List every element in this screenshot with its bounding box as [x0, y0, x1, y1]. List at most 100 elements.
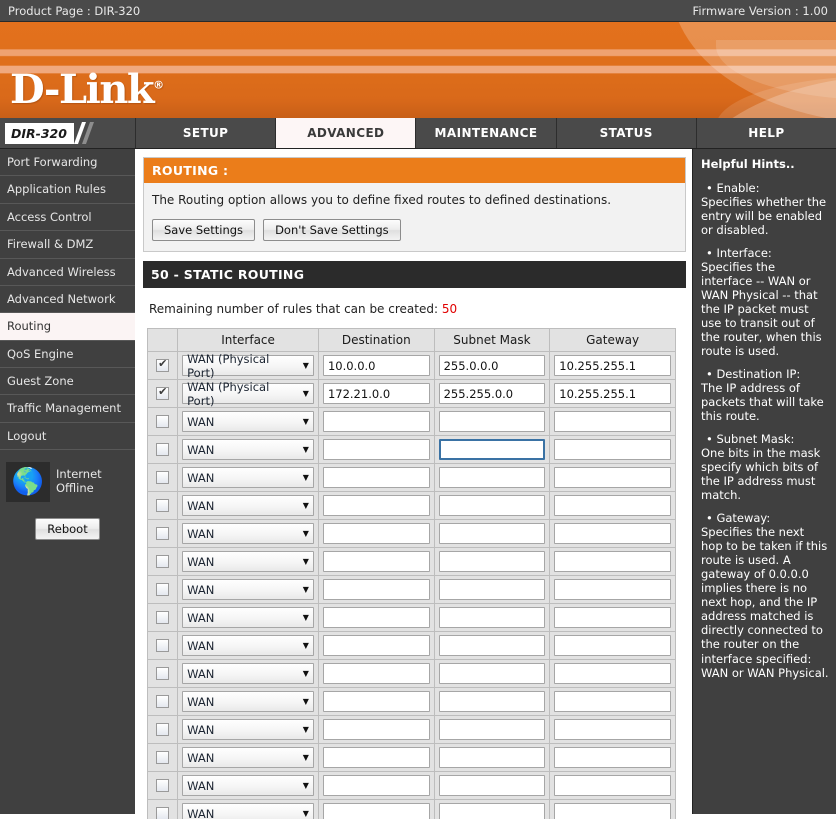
gateway-input[interactable]	[554, 579, 671, 600]
interface-select[interactable]: WAN ▼	[182, 551, 314, 572]
enable-checkbox[interactable]	[156, 527, 170, 540]
gateway-input[interactable]	[554, 691, 671, 712]
destination-input[interactable]	[322, 467, 430, 488]
subnet-mask-input[interactable]	[438, 467, 546, 488]
enable-checkbox[interactable]	[156, 555, 170, 568]
sidebar-item-advanced-wireless[interactable]: Advanced Wireless	[0, 259, 135, 286]
gateway-input[interactable]	[554, 467, 671, 488]
destination-input[interactable]	[322, 495, 430, 516]
subnet-mask-input[interactable]	[438, 439, 546, 460]
gateway-input[interactable]	[554, 495, 671, 516]
enable-checkbox[interactable]	[156, 751, 170, 764]
enable-checkbox[interactable]	[156, 807, 170, 819]
gateway-input[interactable]	[554, 803, 671, 819]
sidebar-item-logout[interactable]: Logout	[0, 423, 135, 451]
subnet-mask-input[interactable]	[438, 663, 546, 684]
sidebar-item-qos-engine[interactable]: QoS Engine	[0, 341, 135, 368]
reboot-button[interactable]: Reboot	[35, 518, 100, 541]
interface-select[interactable]: WAN ▼	[182, 467, 314, 488]
sidebar-item-traffic-management[interactable]: Traffic Management	[0, 395, 135, 423]
enable-checkbox[interactable]	[156, 611, 170, 624]
interface-select[interactable]: WAN ▼	[182, 579, 314, 600]
destination-input[interactable]	[322, 607, 430, 628]
destination-input[interactable]	[322, 439, 430, 460]
destination-input[interactable]	[322, 775, 430, 796]
sidebar-item-application-rules[interactable]: Application Rules	[0, 176, 135, 204]
sidebar-item-guest-zone[interactable]: Guest Zone	[0, 368, 135, 396]
enable-checkbox[interactable]	[156, 357, 170, 372]
sidebar-item-advanced-network[interactable]: Advanced Network	[0, 286, 135, 314]
interface-select[interactable]: WAN (Physical Port) ▼	[182, 352, 314, 380]
destination-input[interactable]: 10.0.0.0	[322, 355, 430, 376]
gateway-input[interactable]	[554, 719, 671, 740]
enable-checkbox[interactable]	[156, 499, 170, 512]
sidebar-item-access-control[interactable]: Access Control	[0, 204, 135, 232]
sidebar-item-port-forwarding[interactable]: Port Forwarding	[0, 149, 135, 177]
gateway-input[interactable]	[554, 663, 671, 684]
interface-select[interactable]: WAN ▼	[182, 691, 314, 712]
subnet-mask-input[interactable]	[438, 579, 546, 600]
sidebar-item-firewall-dmz[interactable]: Firewall & DMZ	[0, 231, 135, 259]
enable-checkbox[interactable]	[156, 667, 170, 680]
enable-checkbox[interactable]	[156, 583, 170, 596]
subnet-mask-input[interactable]: 255.0.0.0	[438, 355, 546, 376]
subnet-mask-input[interactable]	[438, 803, 546, 819]
destination-input[interactable]	[322, 663, 430, 684]
interface-select[interactable]: WAN (Physical Port) ▼	[182, 380, 314, 408]
enable-checkbox[interactable]	[156, 471, 170, 484]
gateway-input[interactable]	[554, 439, 671, 460]
enable-checkbox[interactable]	[156, 695, 170, 708]
tab-help[interactable]: HELP	[695, 118, 836, 148]
interface-select[interactable]: WAN ▼	[182, 635, 314, 656]
destination-input[interactable]	[322, 579, 430, 600]
destination-input[interactable]	[322, 635, 430, 656]
interface-select[interactable]: WAN ▼	[182, 607, 314, 628]
subnet-mask-input[interactable]	[438, 607, 546, 628]
interface-select[interactable]: WAN ▼	[182, 803, 314, 819]
enable-checkbox[interactable]	[156, 443, 170, 456]
save-settings-button[interactable]: Save Settings	[152, 219, 256, 241]
subnet-mask-input[interactable]	[438, 719, 546, 740]
tab-status[interactable]: STATUS	[555, 118, 696, 148]
destination-input[interactable]: 172.21.0.0	[322, 383, 430, 404]
tab-maintenance[interactable]: MAINTENANCE	[415, 118, 555, 148]
interface-select[interactable]: WAN ▼	[182, 747, 314, 768]
subnet-mask-input[interactable]	[438, 551, 546, 572]
gateway-input[interactable]	[554, 551, 671, 572]
subnet-mask-input[interactable]	[438, 495, 546, 516]
enable-checkbox[interactable]	[156, 723, 170, 736]
gateway-input[interactable]	[554, 775, 671, 796]
gateway-input[interactable]: 10.255.255.1	[554, 383, 671, 404]
subnet-mask-input[interactable]	[438, 411, 546, 432]
interface-select[interactable]: WAN ▼	[182, 411, 314, 432]
subnet-mask-input[interactable]	[438, 775, 546, 796]
interface-select[interactable]: WAN ▼	[182, 523, 314, 544]
gateway-input[interactable]	[554, 411, 671, 432]
subnet-mask-input[interactable]	[438, 635, 546, 656]
gateway-input[interactable]	[554, 747, 671, 768]
destination-input[interactable]	[322, 747, 430, 768]
gateway-input[interactable]	[554, 523, 671, 544]
tab-setup[interactable]: SETUP	[135, 118, 275, 148]
interface-select[interactable]: WAN ▼	[182, 719, 314, 740]
sidebar-item-routing[interactable]: Routing	[0, 313, 135, 341]
subnet-mask-input[interactable]	[438, 523, 546, 544]
enable-checkbox[interactable]	[156, 779, 170, 792]
destination-input[interactable]	[322, 803, 430, 819]
enable-checkbox[interactable]	[156, 415, 170, 428]
destination-input[interactable]	[322, 719, 430, 740]
interface-select[interactable]: WAN ▼	[182, 663, 314, 684]
subnet-mask-input[interactable]	[438, 691, 546, 712]
subnet-mask-input[interactable]	[438, 747, 546, 768]
tab-advanced[interactable]: ADVANCED	[275, 118, 416, 148]
enable-checkbox[interactable]	[156, 385, 170, 400]
enable-checkbox[interactable]	[156, 639, 170, 652]
interface-select[interactable]: WAN ▼	[182, 439, 314, 460]
dont-save-settings-button[interactable]: Don't Save Settings	[263, 219, 401, 241]
destination-input[interactable]	[322, 411, 430, 432]
destination-input[interactable]	[322, 523, 430, 544]
interface-select[interactable]: WAN ▼	[182, 495, 314, 516]
destination-input[interactable]	[322, 691, 430, 712]
gateway-input[interactable]	[554, 607, 671, 628]
gateway-input[interactable]: 10.255.255.1	[554, 355, 671, 376]
